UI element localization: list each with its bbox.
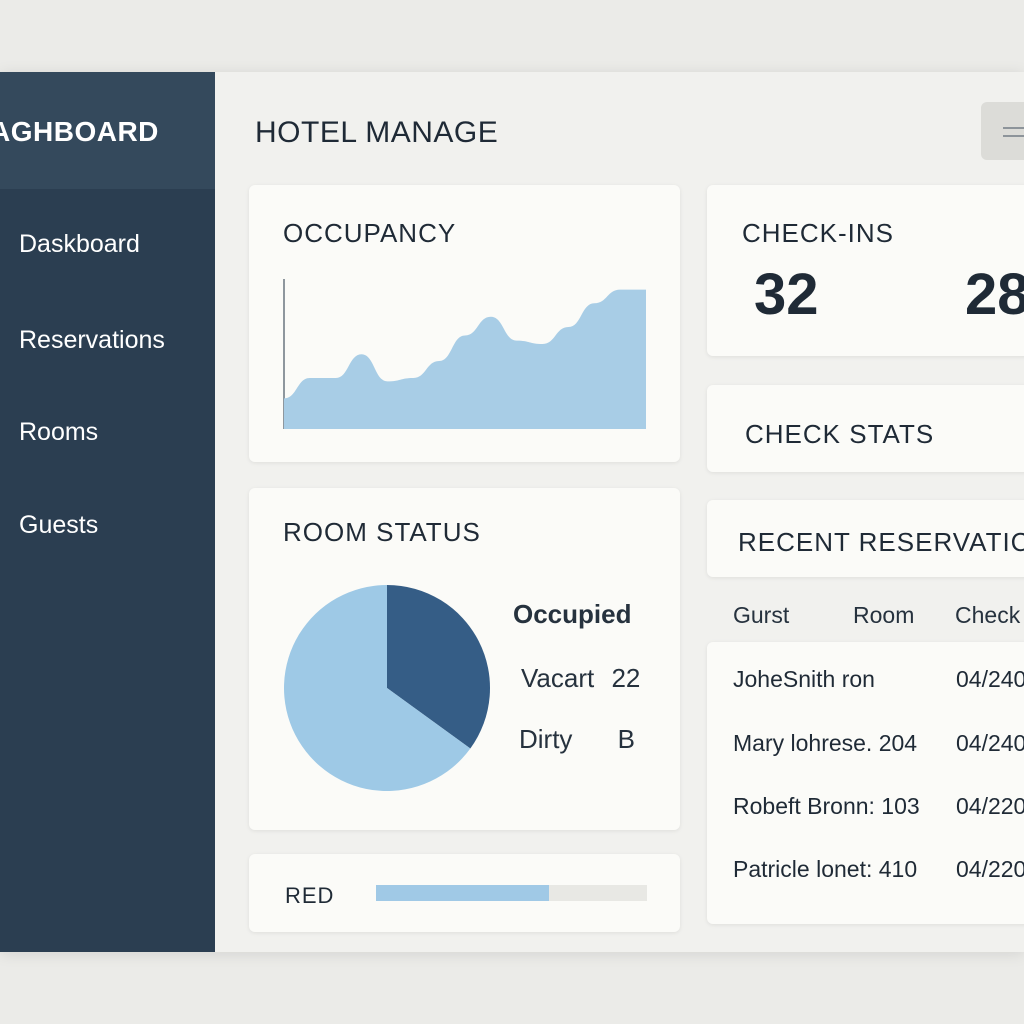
column-guest[interactable]: Gurst <box>733 602 789 629</box>
recent-reservations-header: RECENT RESERVATIC <box>707 500 1024 577</box>
menu-button[interactable] <box>981 102 1024 160</box>
check-stats-title: CHECK STATS <box>745 419 935 449</box>
app-window: AGHBOARD Daskboard Reservations Rooms Gu… <box>0 72 1024 952</box>
legend-dirty: Dirty B <box>519 724 635 755</box>
red-progress-bar <box>376 885 647 901</box>
table-row-1-guest[interactable]: JoheSnith ron <box>733 666 875 693</box>
occupancy-card: OCCUPANCY <box>249 185 680 462</box>
legend-occupied: Occupied <box>513 599 631 630</box>
red-label: RED <box>285 883 335 908</box>
menu-icon-line <box>1003 135 1024 137</box>
table-row-4-guest[interactable]: Patricle lonet: 410 <box>733 856 917 883</box>
table-row-3-guest[interactable]: Robeft Bronn: 103 <box>733 793 920 820</box>
legend-vacant-label: Vacart <box>521 663 595 693</box>
column-room[interactable]: Room <box>853 602 914 629</box>
sidebar-item-rooms[interactable]: Rooms <box>19 418 98 447</box>
legend-dirty-label: Dirty <box>519 724 573 754</box>
legend-occupied-label: Occupied <box>513 599 632 629</box>
sidebar-item-reservations[interactable]: Reservations <box>19 326 165 355</box>
sidebar-item-dashboard[interactable]: Daskboard <box>19 230 140 259</box>
check-stats-card[interactable]: CHECK STATS <box>707 385 1024 472</box>
checkins-card: CHECK-INS 32 28 <box>707 185 1024 356</box>
red-progress-fill <box>376 885 550 901</box>
table-row-2-date: 04/240 <box>956 730 1024 756</box>
occupancy-chart <box>283 279 646 429</box>
table-row-1-date: 04/240 <box>956 666 1024 692</box>
legend-dirty-value: B <box>617 724 636 754</box>
room-status-card: ROOM STATUS Occupied Vacart 22 Dirty B <box>249 488 680 830</box>
checkins-title: CHECK-INS <box>742 218 895 248</box>
sidebar-item-guests[interactable]: Guests <box>19 511 98 540</box>
legend-vacant-value: 22 <box>611 663 641 693</box>
table-row-4-date: 04/220 <box>956 856 1024 882</box>
recent-reservations-table: JoheSnith ron 04/240 Mary lohrese. 204 0… <box>707 642 1024 924</box>
menu-icon <box>1003 127 1024 129</box>
table-row-2-guest[interactable]: Mary lohrese. 204 <box>733 730 917 757</box>
table-row-3-date: 04/220 <box>956 793 1024 819</box>
occupancy-title: OCCUPANCY <box>283 218 457 248</box>
room-status-pie <box>284 585 490 791</box>
column-check[interactable]: Check <box>955 602 1020 629</box>
occupancy-area <box>284 289 646 429</box>
page-title: HOTEL MANAGE <box>255 116 499 149</box>
sidebar-title: AGHBOARD <box>0 116 159 147</box>
recent-reservations-title: RECENT RESERVATIC <box>738 527 1024 557</box>
checkins-value-1: 32 <box>754 262 819 327</box>
legend-vacant: Vacart 22 <box>521 663 640 694</box>
sidebar-header: AGHBOARD <box>0 72 215 189</box>
sidebar: AGHBOARD Daskboard Reservations Rooms Gu… <box>0 72 215 952</box>
checkins-value-2: 28 <box>965 262 1024 327</box>
room-status-title: ROOM STATUS <box>283 517 481 547</box>
